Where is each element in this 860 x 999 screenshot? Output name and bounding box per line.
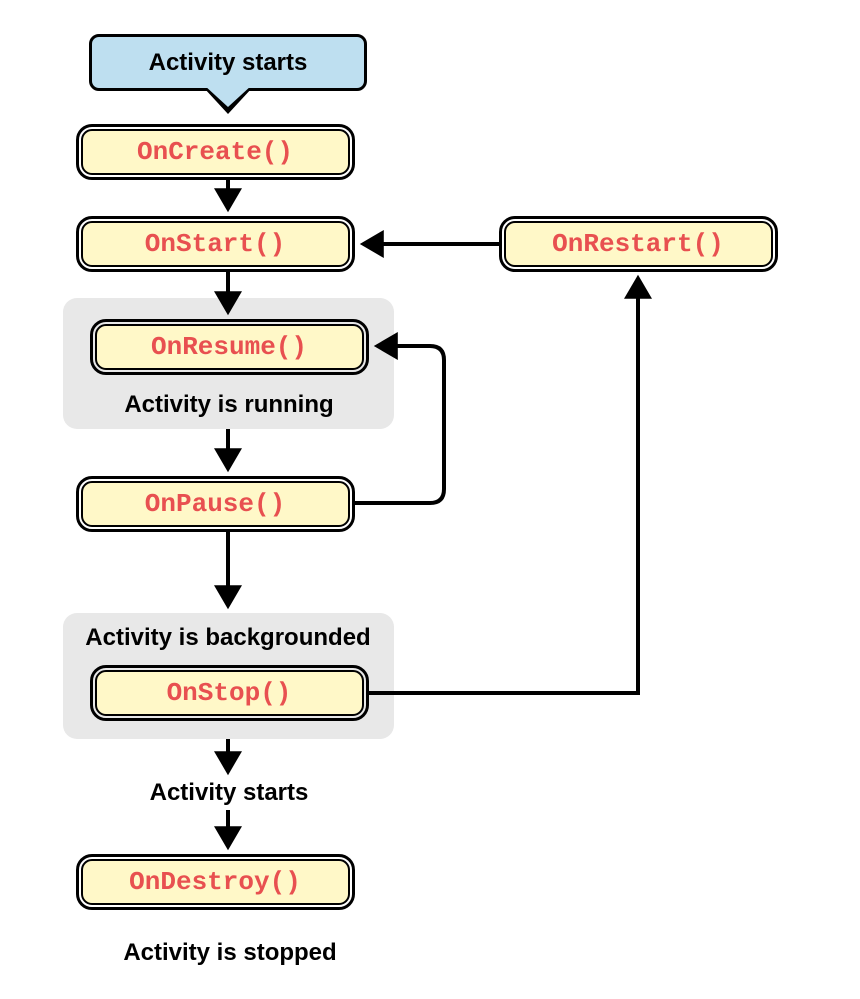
lifecycle-diagram: Activity starts OnCreate() OnStart() OnR… [0, 0, 860, 999]
ondestroy-node: OnDestroy() [76, 854, 354, 909]
onresume-label: OnResume() [151, 332, 307, 362]
ondestroy-label: OnDestroy() [129, 867, 301, 897]
stopped-caption: Activity is stopped [111, 939, 349, 967]
arrow-stop-to-restart [368, 278, 638, 693]
start-node: Activity starts [89, 34, 367, 91]
backgrounded-caption: Activity is backgrounded [78, 624, 378, 652]
onstop-label: OnStop() [167, 678, 292, 708]
onrestart-node: OnRestart() [499, 216, 777, 271]
running-caption: Activity is running [118, 391, 340, 419]
onstart-node: OnStart() [76, 216, 354, 271]
start-label: Activity starts [149, 49, 308, 77]
onpause-node: OnPause() [76, 476, 354, 531]
onpause-label: OnPause() [145, 489, 285, 519]
onresume-node: OnResume() [90, 319, 368, 374]
start-tail-fill-icon [204, 85, 252, 107]
arrow-pause-to-resume-loop [354, 346, 444, 503]
onstop-node: OnStop() [90, 665, 368, 720]
onstart-label: OnStart() [145, 229, 285, 259]
starts-caption: Activity starts [139, 779, 319, 807]
oncreate-node: OnCreate() [76, 124, 354, 179]
oncreate-label: OnCreate() [137, 137, 293, 167]
onrestart-label: OnRestart() [552, 229, 724, 259]
